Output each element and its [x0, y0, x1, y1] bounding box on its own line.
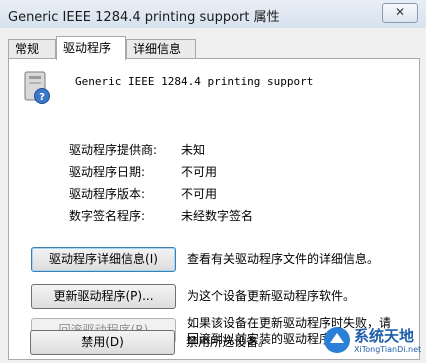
provider-value: 未知: [181, 143, 206, 157]
device-icon: ?: [24, 71, 50, 104]
provider-label: 驱动程序提供商:: [69, 143, 158, 157]
update-driver-desc: 为这个设备更新驱动程序软件。: [187, 289, 356, 303]
tab-details[interactable]: 详细信息: [126, 39, 196, 59]
update-driver-button[interactable]: 更新驱动程序(P)...: [31, 284, 176, 309]
driver-details-button[interactable]: 驱动程序详细信息(I): [31, 247, 176, 272]
signer-label: 数字签名程序:: [69, 209, 146, 223]
disable-device-desc: 禁用所选设备。: [186, 335, 271, 349]
device-name: Generic IEEE 1284.4 printing support: [75, 75, 314, 88]
signer-value: 未经数字签名: [181, 209, 254, 223]
driver-details-desc: 查看有关驱动程序文件的详细信息。: [187, 252, 380, 266]
disable-device-button[interactable]: 禁用(D): [30, 330, 175, 355]
watermark-logo: 系统天地 XiTongTianDi.net: [322, 321, 422, 359]
watermark-text: 系统天地: [354, 327, 415, 345]
dialog-body: 常规 驱动程序 详细信息 ? Generic IEEE 1284.4 print…: [0, 28, 426, 363]
version-label: 驱动程序版本:: [69, 187, 146, 201]
close-icon: ✕: [394, 5, 406, 19]
close-button[interactable]: ✕: [382, 3, 418, 23]
window-title: Generic IEEE 1284.4 printing support 属性: [8, 10, 280, 25]
watermark-url: XiTongTianDi.net: [354, 345, 422, 354]
svg-text:?: ?: [39, 92, 45, 103]
date-label: 驱动程序日期:: [69, 165, 146, 179]
title-bar: Generic IEEE 1284.4 printing support 属性 …: [0, 0, 426, 29]
date-value: 不可用: [181, 165, 218, 179]
tab-general[interactable]: 常规: [8, 39, 56, 59]
tab-driver[interactable]: 驱动程序: [56, 36, 126, 60]
version-value: 不可用: [181, 187, 218, 201]
driver-panel: ? Generic IEEE 1284.4 printing support 驱…: [8, 58, 420, 360]
watermark-icon: [324, 327, 350, 353]
